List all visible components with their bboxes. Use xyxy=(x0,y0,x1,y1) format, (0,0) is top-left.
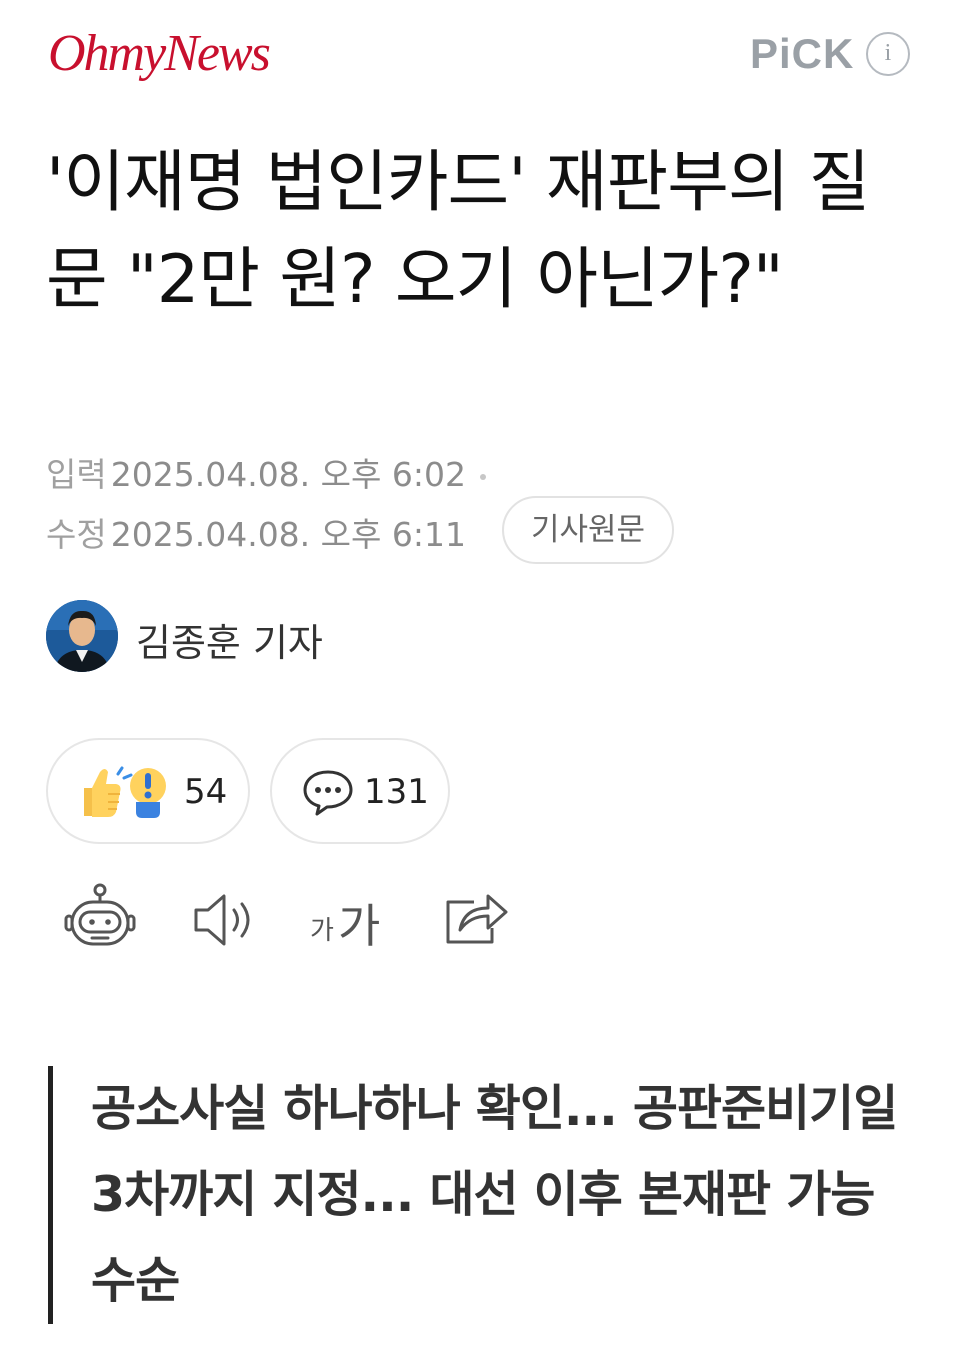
edit-time: 2025.04.08. 오후 6:11 xyxy=(110,515,466,554)
avatar[interactable] xyxy=(46,600,118,672)
info-icon[interactable]: i xyxy=(866,32,910,76)
speaker-icon[interactable] xyxy=(188,880,268,960)
share-icon[interactable] xyxy=(440,880,520,960)
avatar-image xyxy=(46,600,118,672)
article-summary: 공소사실 하나하나 확인... 공판준비기일 3차까지 지정... 대선 이후 … xyxy=(48,1066,908,1324)
reaction-button[interactable]: 54 xyxy=(46,738,250,844)
ohmynews-logo[interactable]: OhmyNews xyxy=(48,24,271,83)
pick-label[interactable]: PiCK xyxy=(750,30,854,78)
font-size-large: 가 xyxy=(338,899,381,953)
reaction-emoji-icon xyxy=(84,766,166,818)
article-toolbar: 가 가 xyxy=(60,880,560,960)
comment-button[interactable]: 131 xyxy=(270,738,450,844)
edit-time-row: 수정 2025.04.08. 오후 6:11 xyxy=(46,508,466,556)
reaction-count: 54 xyxy=(184,772,228,812)
comment-count: 131 xyxy=(364,772,429,812)
edit-label: 수정 xyxy=(46,515,107,554)
separator-dot xyxy=(479,473,486,480)
comment-icon xyxy=(303,770,353,816)
input-label: 입력 xyxy=(46,455,107,494)
font-size-small: 가 xyxy=(310,916,334,946)
article-headline: '이재명 법인카드' 재판부의 질문 "2만 원? 오기 아닌가?" xyxy=(46,143,870,318)
header: OhmyNews PiCK i xyxy=(0,0,960,110)
original-article-button[interactable]: 기사원문 xyxy=(502,496,674,564)
input-time: 2025.04.08. 오후 6:02 xyxy=(110,455,466,494)
font-size-icon[interactable]: 가 가 xyxy=(310,880,400,960)
robot-summary-icon[interactable] xyxy=(60,880,140,960)
input-time-row: 입력 2025.04.08. 오후 6:02 xyxy=(46,448,486,496)
author-name[interactable]: 김종훈 기자 xyxy=(136,612,323,667)
